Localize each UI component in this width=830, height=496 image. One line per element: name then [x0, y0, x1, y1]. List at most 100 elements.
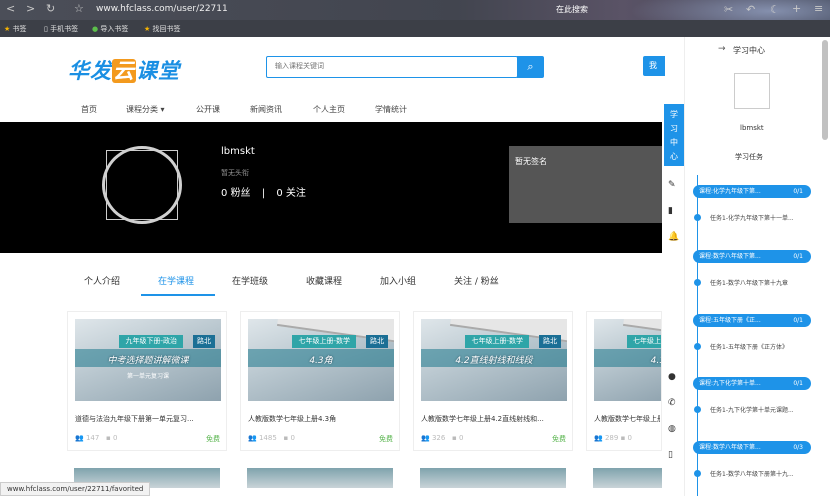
tab-follow[interactable]: 关注 / 粉丝	[454, 274, 499, 287]
course-tag: 七年级上册-数学	[292, 335, 356, 348]
menu-home[interactable]: 首页	[81, 104, 97, 115]
course-thumbnail: 七年级上册 4.1几	[594, 319, 661, 401]
panel-scrollbar[interactable]	[822, 40, 828, 140]
course-thumbnail: 七年级上册-数学 路北 4.2直线射线和线段	[421, 319, 567, 401]
bookmark-mobile[interactable]: ▯ 手机书签	[44, 24, 78, 34]
course-thumbnail-row2	[420, 468, 566, 488]
course-meta: 👥 326 ▪ 0	[421, 434, 463, 442]
moon-icon[interactable]: ☾	[770, 3, 780, 16]
comment-icon: ▪	[620, 434, 626, 442]
address-bar[interactable]: www.hfclass.com/user/22711	[96, 4, 228, 14]
fans-label[interactable]: 粉丝	[231, 188, 251, 199]
course-views: 326	[431, 434, 446, 442]
tab-groups[interactable]: 加入小组	[380, 274, 416, 287]
menu-news[interactable]: 新闻资讯	[250, 104, 282, 115]
course-card[interactable]: 七年级上册-数学 路北 4.3角 人教版数学七年级上册4.3角 👥 1485 ▪…	[240, 311, 400, 451]
menu-categories[interactable]: 课程分类 ▾	[126, 104, 165, 115]
users-icon: 👥	[248, 434, 257, 442]
tab-courses[interactable]: 在学课程	[158, 274, 194, 287]
chat-icon[interactable]: ●	[668, 372, 676, 382]
panel-title: 学习中心	[733, 46, 765, 55]
bookmark-recover[interactable]: ★ 找回书签	[144, 24, 181, 34]
task-item[interactable]: 任务1-化学九年级下第十一单...	[710, 213, 810, 222]
course-name: 课程:五年级下册《正...	[699, 317, 761, 324]
course-caption: 4.1几	[650, 356, 661, 366]
course-caption: 中考选择题讲解微课	[107, 356, 189, 366]
search-extension[interactable]: 在此搜索	[556, 4, 588, 15]
course-title[interactable]: 人教版数学七年级上册4.3角	[248, 414, 398, 424]
star-icon[interactable]: ☆	[74, 2, 84, 15]
course-title[interactable]: 人教版数学七年级上册4.1几...	[594, 414, 660, 424]
task-item[interactable]: 任务1-九下化学第十单元课题...	[710, 405, 810, 414]
task-course[interactable]: 课程:化学九年级下第... 0/1	[693, 185, 811, 198]
wechat-icon[interactable]: ◍	[668, 424, 676, 434]
bookmark-import[interactable]: ● 导入书签	[92, 24, 128, 34]
book-icon[interactable]: ▮	[668, 206, 673, 216]
task-item[interactable]: 任务1-五年级下册《正方体》	[710, 342, 810, 351]
tab-favorites[interactable]: 收藏课程	[306, 274, 342, 287]
task-progress: 0/1	[793, 188, 803, 195]
avatar-ring	[102, 146, 182, 224]
menu-icon[interactable]: ≡	[814, 2, 823, 15]
bookmark-star[interactable]: ★ 书签	[4, 24, 27, 34]
follow-label[interactable]: 关注	[286, 188, 306, 199]
task-course[interactable]: 课程:九下化学第十单... 0/1	[693, 377, 811, 390]
course-caption: 4.3角	[309, 356, 333, 366]
course-views: 1485	[258, 434, 277, 442]
menu-open-class[interactable]: 公开课	[196, 104, 220, 115]
users-icon: 👥	[421, 434, 430, 442]
mobile-icon[interactable]: ▯	[668, 450, 673, 460]
profile-headline: 暂无头衔	[221, 169, 249, 177]
course-card[interactable]: 九年级下册-政治 路北 中考选择题讲解微课 第一单元复习课 道德与法治九年级下册…	[67, 311, 227, 451]
course-price: 免费	[206, 435, 220, 443]
course-comments: 0	[459, 434, 464, 442]
course-thumbnail: 七年级上册-数学 路北 4.3角	[248, 319, 394, 401]
search-button[interactable]: ⌕	[517, 56, 544, 78]
course-price: 免费	[379, 435, 393, 443]
course-tag: 九年级下册-政治	[119, 335, 183, 348]
course-card[interactable]: 七年级上册-数学 路北 4.2直线射线和线段 人教版数学七年级上册4.2直线射线…	[413, 311, 573, 451]
task-course[interactable]: 课程:五年级下册《正... 0/1	[693, 314, 811, 327]
task-item[interactable]: 任务1-数学八年级下第十九章	[710, 278, 810, 287]
task-progress: 0/1	[793, 317, 803, 324]
course-thumbnail: 九年级下册-政治 路北 中考选择题讲解微课 第一单元复习课	[75, 319, 221, 401]
course-name: 课程:九下化学第十单...	[699, 380, 761, 387]
undo-icon[interactable]: ↶	[746, 3, 755, 16]
back-icon[interactable]: <	[6, 2, 15, 15]
plus-icon[interactable]: +	[792, 2, 801, 15]
task-item[interactable]: 任务1-数学八年级下册第十九...	[710, 469, 810, 478]
login-button[interactable]: 我	[643, 56, 665, 76]
task-progress: 0/1	[793, 253, 803, 260]
course-title[interactable]: 人教版数学七年级上册4.2直线射线和...	[421, 414, 571, 424]
learning-center-button[interactable]: 学习中心	[664, 104, 684, 166]
fans-count: 0	[221, 188, 228, 199]
course-title[interactable]: 道德与法治九年级下册第一单元复习...	[75, 414, 225, 424]
panel-task-heading: 学习任务	[735, 153, 763, 161]
forward-icon[interactable]: >	[26, 2, 35, 15]
pencil-icon[interactable]: ✎	[668, 180, 676, 190]
task-course[interactable]: 课程:数学八年级下第... 0/1	[693, 250, 811, 263]
menu-stats[interactable]: 学情统计	[375, 104, 407, 115]
search-input[interactable]	[267, 57, 507, 75]
bell-icon[interactable]: 🔔	[668, 232, 679, 242]
timeline-dot	[694, 343, 701, 350]
course-district: 路北	[366, 335, 388, 348]
course-comments: 0	[290, 434, 295, 442]
arrow-right-icon[interactable]: →	[718, 44, 726, 54]
menu-homepage[interactable]: 个人主页	[313, 104, 345, 115]
active-tab-indicator	[141, 294, 215, 296]
scissors-icon[interactable]: ✂	[724, 3, 733, 16]
task-progress: 0/3	[793, 444, 803, 451]
course-card[interactable]: 七年级上册 4.1几 人教版数学七年级上册4.1几... 👥 289 ▪ 0	[586, 311, 662, 451]
phone-icon[interactable]: ✆	[668, 398, 676, 408]
follow-count: 0	[276, 188, 283, 199]
signature-box: 暂无签名	[509, 146, 662, 223]
course-name: 课程:数学八年级下第...	[699, 444, 761, 451]
reload-icon[interactable]: ↻	[46, 2, 55, 15]
comment-icon: ▪	[452, 434, 457, 442]
tab-intro[interactable]: 个人介绍	[84, 274, 120, 287]
tab-classes[interactable]: 在学班级	[232, 274, 268, 287]
course-meta: 👥 289 ▪ 0	[594, 434, 632, 442]
site-logo[interactable]: 华发云课堂	[68, 55, 180, 85]
task-course[interactable]: 课程:数学八年级下第... 0/3	[693, 441, 811, 454]
